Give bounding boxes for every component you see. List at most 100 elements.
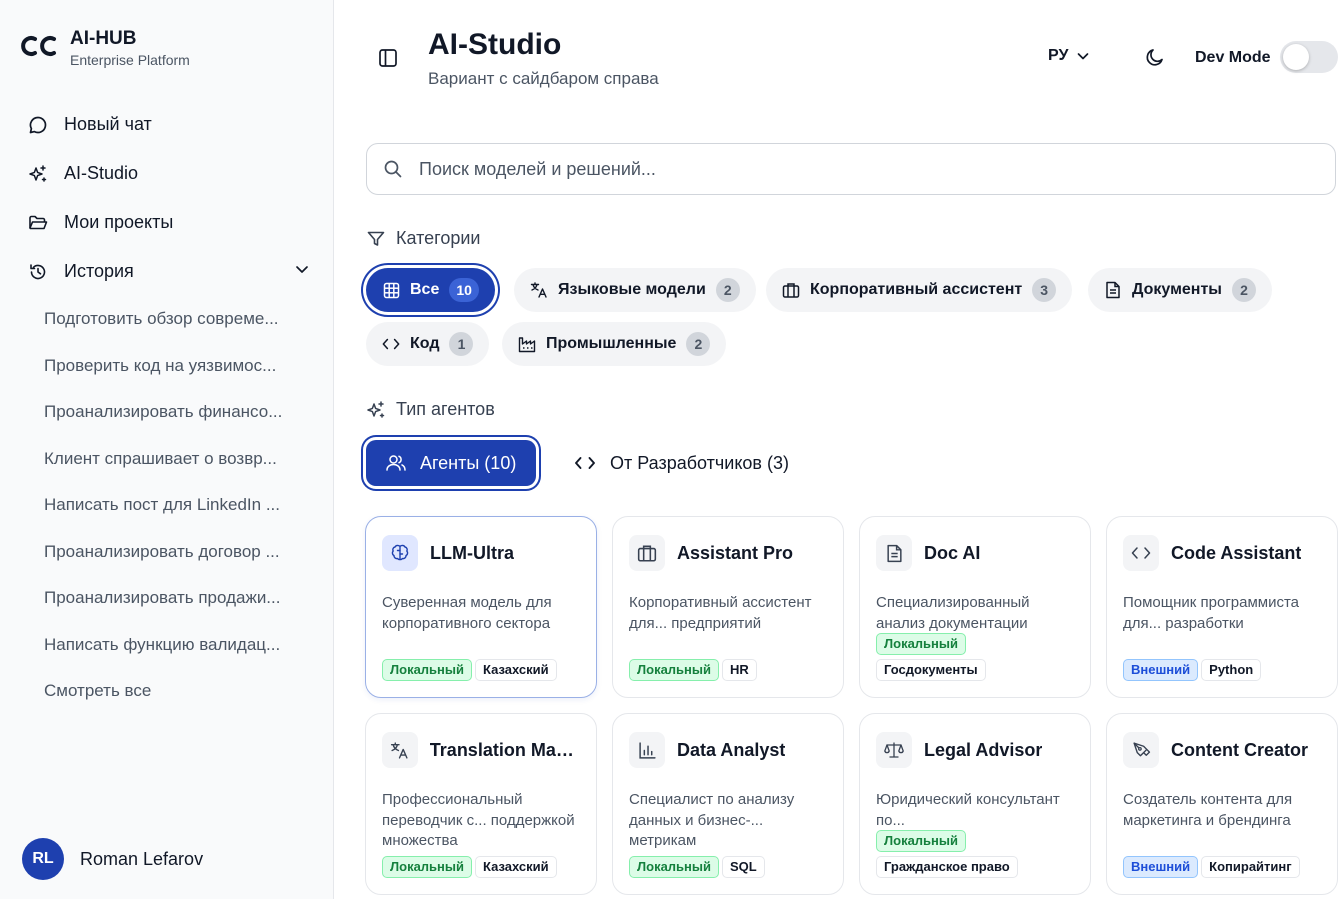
chevron-down-icon (1078, 53, 1089, 60)
tag: Копирайтинг (1201, 856, 1300, 878)
chevron-down-icon[interactable] (294, 261, 310, 282)
agent-card-content-creator[interactable]: Content Creator Создатель контента для м… (1106, 713, 1338, 895)
tag: SQL (722, 856, 765, 878)
document-icon (1104, 281, 1122, 299)
sidebar-item-label: AI-Studio (64, 163, 139, 183)
category-chip-code[interactable]: Код 1 (366, 322, 490, 366)
chip-label: Корпоративный ассистент (810, 281, 1023, 298)
agent-card-translation-master[interactable]: Translation Mas... Профессиональный пере… (365, 713, 597, 895)
card-tags: Внешний Копирайтинг (1123, 852, 1323, 878)
sparkles-icon (367, 400, 385, 418)
card-description: Создатель контента для маркетинга и брен… (1123, 791, 1293, 829)
tab-label: Агенты (10) (420, 452, 517, 473)
user-profile[interactable]: RL Roman Lefarov (22, 838, 203, 880)
card-description: Профессиональный переводчик с... поддерж… (382, 791, 575, 849)
sparkles-icon (28, 164, 48, 184)
category-chip-industrial[interactable]: Промышленные 2 (502, 322, 727, 366)
tag-local: Локальный (876, 633, 966, 655)
avatar: RL (22, 838, 64, 880)
search-icon (384, 160, 402, 178)
sidebar-item-label: Новый чат (64, 114, 152, 134)
chip-count-badge: 1 (449, 332, 474, 356)
dev-mode-toggle[interactable] (1280, 41, 1338, 73)
history-item[interactable]: Написать функцию валидац... (0, 622, 334, 669)
users-icon (386, 454, 406, 472)
sidebar-nav: Новый чат AI-Studio Мои проекты История … (0, 100, 334, 715)
agent-card-legal-advisor[interactable]: Legal Advisor Юридический консультант по… (859, 713, 1091, 895)
agent-card-data-analyst[interactable]: Data Analyst Специалист по анализу данны… (612, 713, 844, 895)
brand-subtitle: Enterprise Platform (70, 52, 190, 68)
card-tags: Локальный Госдокументы (876, 629, 1076, 681)
dev-mode-label: Dev Mode (1195, 49, 1271, 66)
page-title: AI-Studio (428, 28, 562, 61)
chip-label: Код (410, 335, 440, 352)
folder-open-icon (28, 213, 48, 233)
logo-icon (21, 36, 56, 56)
history-see-all-link[interactable]: Смотреть все (0, 668, 334, 715)
card-title: Translation Mas... (429, 739, 580, 760)
card-tags: Внешний Python (1123, 655, 1323, 681)
brand[interactable]: AI-HUB Enterprise Platform (18, 28, 190, 68)
search-input[interactable] (419, 158, 1299, 180)
history-item[interactable]: Проанализировать договор ... (0, 529, 334, 576)
document-icon (876, 535, 912, 571)
history-item[interactable]: Написать пост для LinkedIn ... (0, 482, 334, 529)
category-chip-documents[interactable]: Документы 2 (1088, 268, 1272, 312)
tag-external: Внешний (1123, 856, 1199, 878)
history-item[interactable]: Клиент спрашивает о возвр... (0, 436, 334, 483)
language-selector[interactable]: РУ (1048, 47, 1090, 65)
card-title: Assistant Pro (677, 542, 794, 563)
sidebar-item-ai-studio[interactable]: AI-Studio (0, 149, 334, 198)
chip-label: Документы (1132, 281, 1222, 298)
toggle-knob (1283, 44, 1309, 70)
categories-heading: Категории (366, 228, 480, 249)
brand-name: AI-HUB (70, 28, 137, 49)
history-list: Подготовить обзор совреме... Проверить к… (0, 296, 334, 715)
chip-label: Все (410, 281, 440, 298)
page-subtitle: Вариант с сайдбаром справа (428, 69, 659, 88)
card-title: Doc AI (924, 542, 981, 563)
chip-count-badge: 2 (686, 332, 711, 356)
sidebar-toggle-icon[interactable] (377, 47, 399, 69)
grid-icon (382, 281, 400, 299)
agent-card-llm-ultra[interactable]: LLM-Ultra Суверенная модель для корпорат… (365, 516, 597, 698)
chip-label: Языковые модели (558, 281, 706, 298)
tab-agents[interactable]: Агенты (10) (366, 440, 537, 486)
sidebar-item-label: История (64, 261, 134, 281)
tag: Python (1201, 659, 1262, 681)
tag: Казахский (475, 856, 557, 878)
category-chip-language-models[interactable]: Языковые модели 2 (514, 268, 756, 312)
history-item[interactable]: Проверить код на уязвимос... (0, 343, 334, 390)
search-bar (366, 143, 1336, 195)
category-chip-all[interactable]: Все 10 (366, 268, 495, 312)
card-title: Data Analyst (677, 739, 786, 760)
chip-count-badge: 2 (715, 278, 740, 302)
sidebar-item-new-chat[interactable]: Новый чат (0, 100, 334, 149)
pen-tool-icon (1123, 732, 1159, 768)
history-item[interactable]: Проанализировать финансо... (0, 389, 334, 436)
language-label: РУ (1048, 47, 1069, 64)
brain-icon (382, 535, 418, 571)
agent-type-label: Тип агентов (396, 399, 495, 419)
tag: Казахский (475, 659, 557, 681)
card-tags: Локальный Казахский (382, 852, 582, 878)
history-item[interactable]: Подготовить обзор совреме... (0, 296, 334, 343)
tag: Госдокументы (876, 659, 986, 681)
tab-from-developers[interactable]: От Разработчиков (3) (574, 440, 789, 486)
sidebar-item-my-projects[interactable]: Мои проекты (0, 198, 334, 247)
tag-local: Локальный (876, 830, 966, 852)
tag-local: Локальный (382, 659, 472, 681)
agent-card-code-assistant[interactable]: Code Assistant Помощник программиста для… (1106, 516, 1338, 698)
sidebar-item-history[interactable]: История (0, 247, 334, 296)
agent-card-doc-ai[interactable]: Doc AI Специализированный анализ докумен… (859, 516, 1091, 698)
history-item[interactable]: Проанализировать продажи... (0, 575, 334, 622)
agent-card-assistant-pro[interactable]: Assistant Pro Корпоративный ассистент дл… (612, 516, 844, 698)
tag: HR (722, 659, 757, 681)
card-description: Корпоративный ассистент для... предприят… (629, 594, 812, 632)
card-tags: Локальный SQL (629, 852, 829, 878)
briefcase-icon (629, 535, 665, 571)
translate-icon (530, 281, 548, 299)
sidebar: AI-HUB Enterprise Platform Новый чат AI-… (0, 0, 334, 899)
moon-icon[interactable] (1144, 46, 1166, 68)
category-chip-corporate-assistant[interactable]: Корпоративный ассистент 3 (766, 268, 1073, 312)
